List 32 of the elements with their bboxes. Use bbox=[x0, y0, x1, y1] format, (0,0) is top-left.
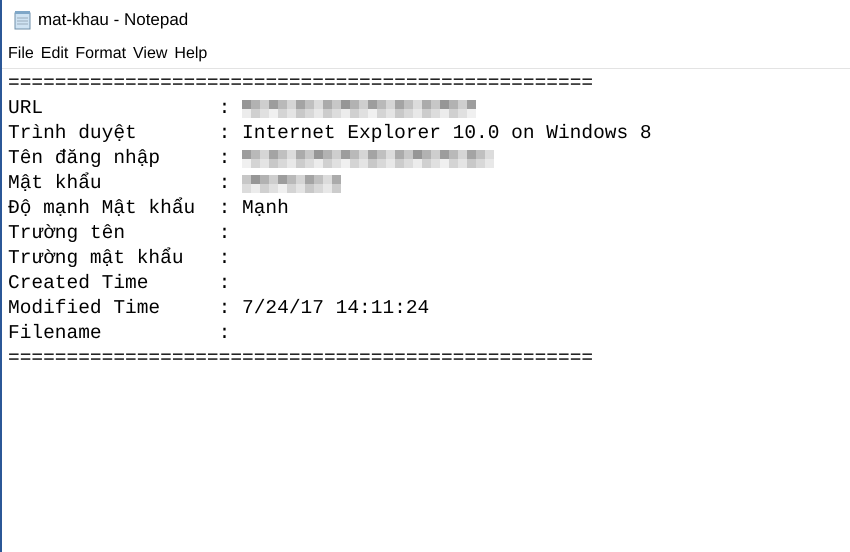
menu-item[interactable]: File bbox=[8, 45, 34, 63]
field-value: Mạnh bbox=[242, 196, 289, 221]
colon: : bbox=[218, 196, 230, 221]
field-label: Trình duyệt bbox=[8, 121, 138, 146]
menu-item[interactable]: Help bbox=[174, 45, 208, 63]
colon: : bbox=[218, 271, 230, 296]
menu-item[interactable]: Edit bbox=[40, 45, 68, 63]
separator-line: ================================================== bbox=[8, 71, 594, 96]
colon: : bbox=[218, 171, 230, 196]
field-label: Filename bbox=[8, 321, 103, 346]
field-label: Độ mạnh Mật khẩu bbox=[8, 196, 196, 221]
field-label: URL bbox=[8, 96, 44, 121]
field-label: Trường tên bbox=[8, 221, 126, 246]
colon: : bbox=[218, 321, 230, 346]
field-label: Trường mật khẩu bbox=[8, 246, 185, 271]
colon: : bbox=[218, 146, 230, 171]
notepad-icon bbox=[14, 10, 32, 30]
window-title: mat-khau - Notepad bbox=[38, 10, 188, 30]
colon: : bbox=[218, 246, 230, 271]
colon: : bbox=[218, 121, 230, 146]
field-value: 7/24/17 14:11:24 bbox=[242, 296, 430, 321]
menu-item[interactable]: View bbox=[133, 45, 168, 63]
field-label: Modified Time bbox=[8, 296, 162, 321]
colon: : bbox=[218, 221, 230, 246]
field-label: Tên đăng nhập bbox=[8, 146, 162, 171]
colon: : bbox=[218, 296, 230, 321]
colon: : bbox=[218, 96, 230, 121]
separator-line: ================================================== bbox=[8, 346, 594, 371]
field-label: Created Time bbox=[8, 271, 150, 296]
menu-item[interactable]: Format bbox=[75, 45, 126, 63]
field-label: Mật khẩu bbox=[8, 171, 103, 196]
field-value: Internet Explorer 10.0 on Windows 8 bbox=[242, 121, 652, 146]
